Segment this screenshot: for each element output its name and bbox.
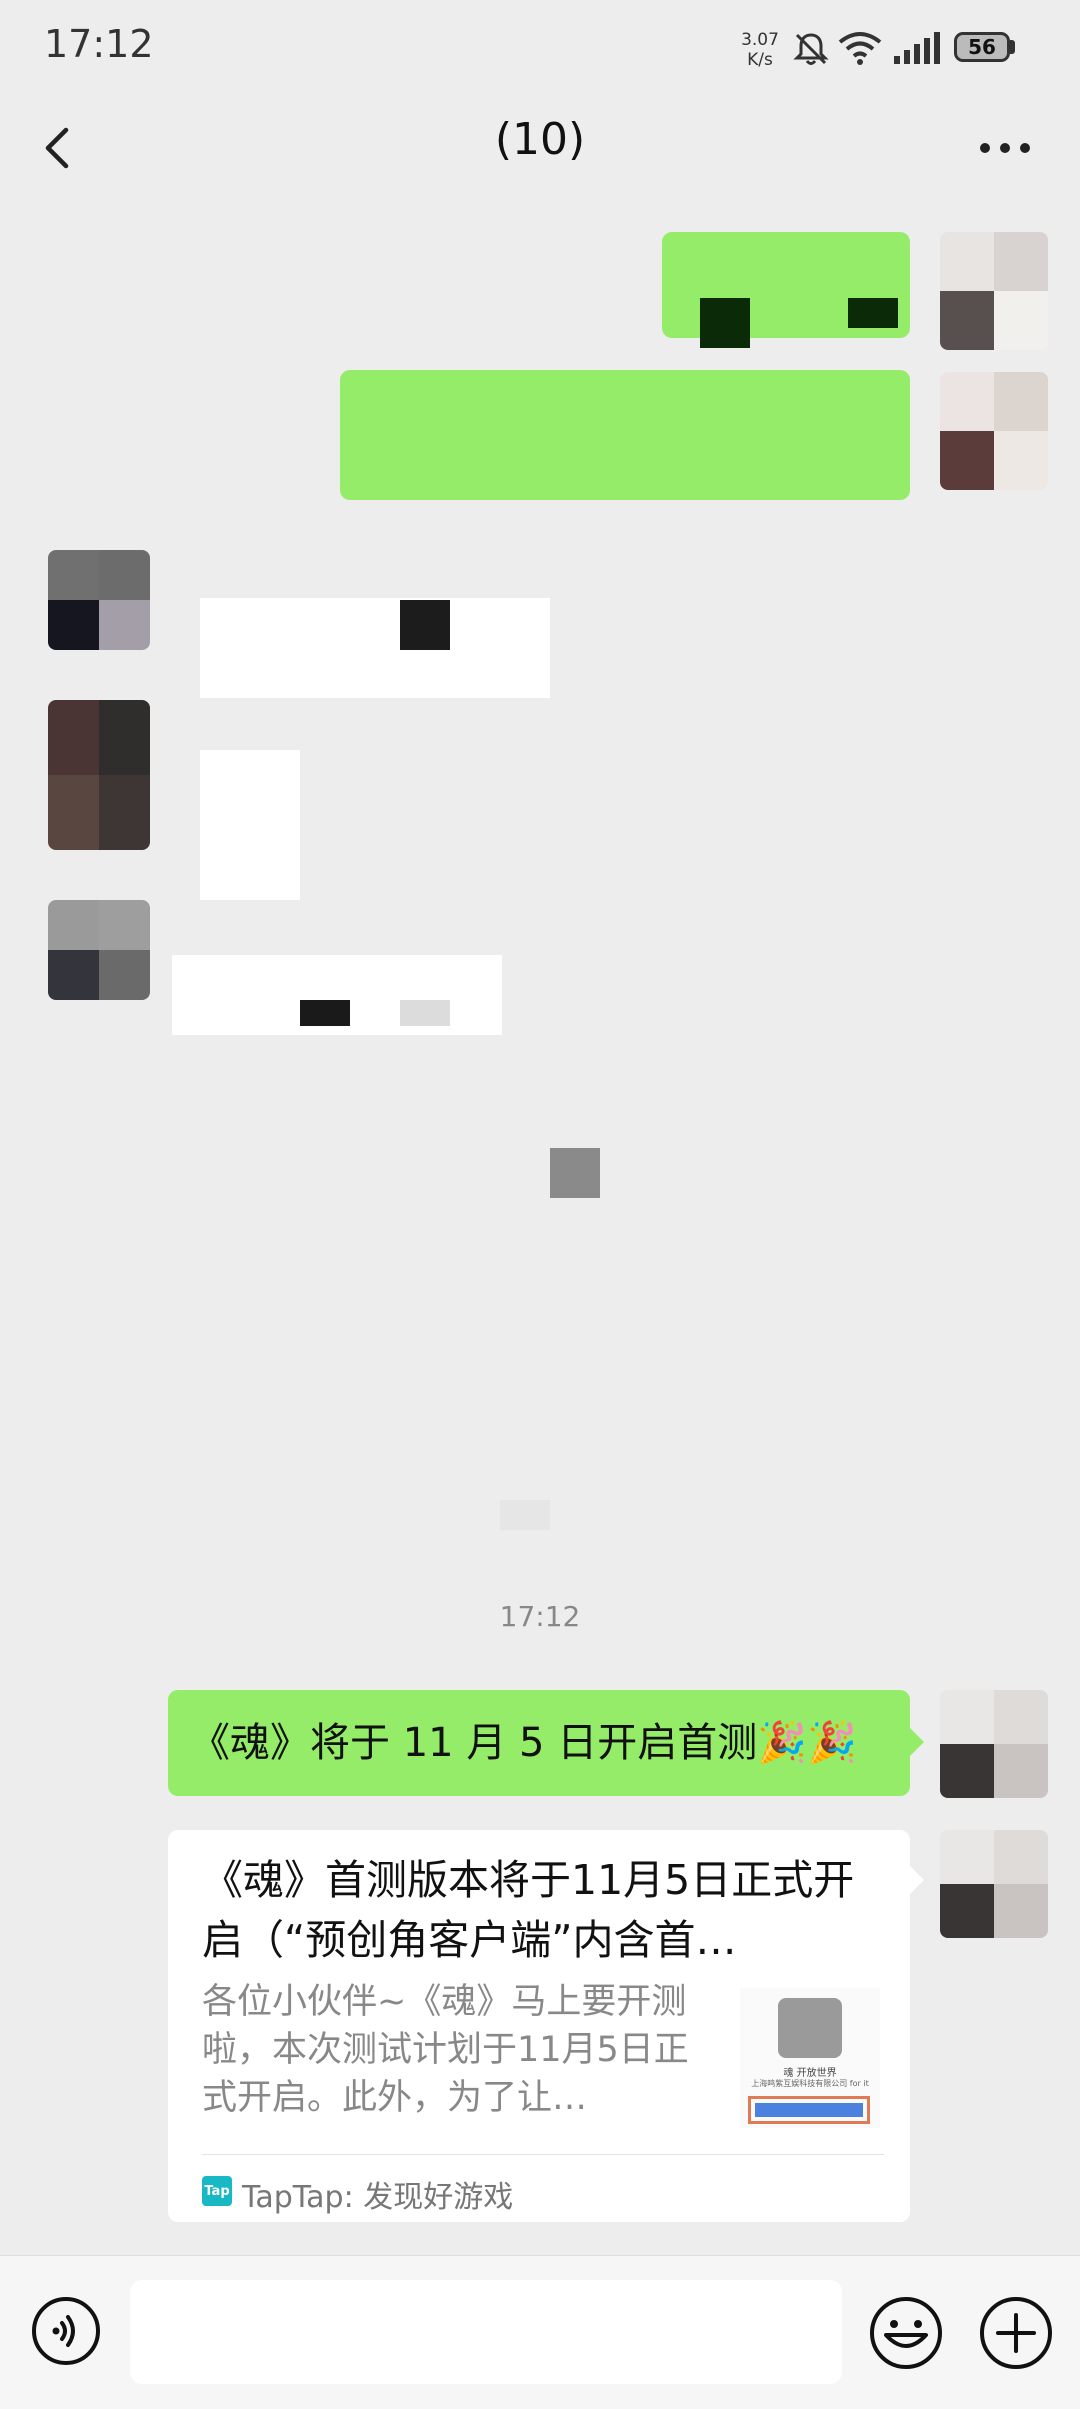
redacted-block xyxy=(550,1148,600,1198)
redacted-block xyxy=(700,298,750,348)
message-bubble-self[interactable]: 《魂》将于 11 月 5 日开启首测🎉🎉 xyxy=(168,1690,910,1796)
signal-icon xyxy=(894,32,940,64)
redacted-avatar xyxy=(48,900,150,1000)
voice-icon[interactable] xyxy=(30,2295,102,2367)
chat-title: (10) xyxy=(494,114,586,165)
status-time: 17:12 xyxy=(44,22,154,66)
network-speed-unit: K/s xyxy=(747,50,773,70)
wifi-icon xyxy=(838,32,882,65)
avatar-self[interactable] xyxy=(940,1830,1048,1938)
plus-icon[interactable] xyxy=(978,2295,1054,2371)
link-card-thumbnail: 魂 开放世界 上海鸣紫互娱科技有限公司 for it xyxy=(740,1988,880,2128)
redacted-avatar xyxy=(940,232,1048,350)
redacted-block xyxy=(400,1000,450,1026)
redacted-block xyxy=(848,298,898,328)
link-card-description: 各位小伙伴~《魂》马上要开测啦，本次测试计划于11月5日正式开启。此外，为了让… xyxy=(202,1982,689,2118)
taptap-icon: Tap xyxy=(202,2176,232,2206)
redacted-avatar xyxy=(48,550,150,650)
thumb-button xyxy=(748,2096,870,2124)
redacted-self-bubble-2 xyxy=(340,370,910,500)
thumb-caption: 魂 开放世界 xyxy=(783,2068,837,2079)
battery-icon: 56 xyxy=(954,32,1010,62)
link-card-divider xyxy=(202,2154,884,2155)
message-text: 《魂》将于 11 月 5 日开启首测🎉🎉 xyxy=(190,1720,857,1766)
link-card-title: 《魂》首测版本将于11月5日正式开启（“预创角客户端”内含首… xyxy=(202,1856,855,1964)
avatar-self[interactable] xyxy=(940,1690,1048,1798)
redacted-other-bubble-2 xyxy=(200,750,300,900)
emoji-icon[interactable] xyxy=(868,2295,944,2371)
redacted-block xyxy=(500,1500,550,1530)
redacted-other-bubble-1 xyxy=(200,598,550,698)
redacted-avatar xyxy=(48,700,150,850)
message-input[interactable] xyxy=(130,2280,842,2384)
bubble-tail xyxy=(910,1728,924,1756)
link-card-source: TapTap: 发现好游戏 xyxy=(242,2180,514,2215)
thumb-company: 上海鸣紫互娱科技有限公司 for it xyxy=(751,2079,869,2088)
redacted-block xyxy=(400,600,450,650)
chat-timestamp: 17:12 xyxy=(499,1600,581,1633)
bubble-tail xyxy=(910,1866,924,1894)
redacted-avatar xyxy=(940,372,1048,490)
redacted-block xyxy=(300,1000,350,1026)
more-dots-icon[interactable] xyxy=(970,118,1040,178)
network-speed-value: 3.07 xyxy=(741,30,779,50)
thumb-logo xyxy=(778,1998,842,2058)
mute-bell-icon xyxy=(793,33,829,65)
network-speed: 3.07 K/s xyxy=(740,30,780,70)
battery-tip xyxy=(1010,40,1015,54)
